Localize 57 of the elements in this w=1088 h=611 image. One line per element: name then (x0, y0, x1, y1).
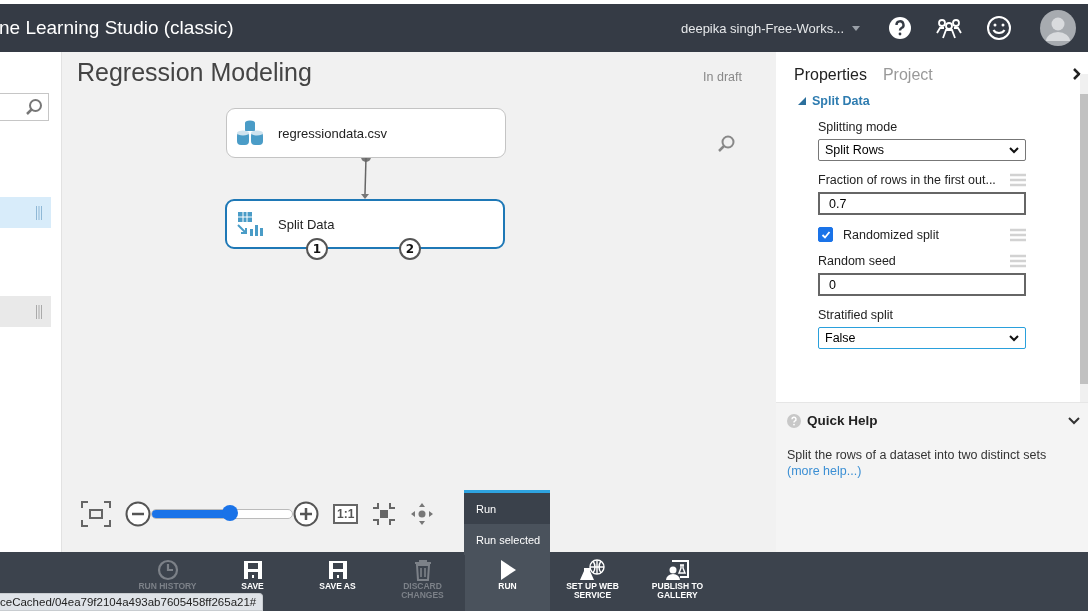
search-icon (25, 98, 43, 116)
quick-help-title: Quick Help (807, 413, 878, 428)
field-label: Random seed (818, 254, 896, 268)
input-field[interactable]: 0 (818, 273, 1026, 296)
people-icon[interactable] (936, 16, 962, 40)
draft-status: In draft (703, 70, 742, 84)
field-label: Fraction of rows in the first out... (818, 173, 996, 187)
fit-screen-icon[interactable] (81, 501, 111, 527)
split-data-icon (236, 211, 264, 237)
flask-globe-icon (579, 559, 606, 581)
section-title[interactable]: Split Data (812, 94, 870, 108)
chevron-down-icon (1009, 334, 1019, 342)
help-icon (787, 413, 801, 428)
avatar-icon[interactable] (1040, 10, 1076, 46)
panel-tab[interactable]: Properties (794, 64, 867, 86)
field-label: Stratified split (818, 308, 894, 322)
chevron-down-icon[interactable] (1068, 416, 1080, 425)
expanded-triangle-icon (798, 97, 806, 105)
scrollbar[interactable] (1080, 74, 1088, 402)
zoom-in-icon[interactable] (293, 501, 319, 527)
field-label: Randomized split (843, 227, 939, 242)
help-text: Split the rows of a dataset into two distinct sets (787, 448, 1047, 462)
input-field[interactable]: 0.7 (818, 192, 1026, 215)
zoom-out-icon[interactable] (125, 501, 151, 527)
help-icon[interactable] (888, 16, 912, 40)
field-label: Splitting mode (818, 120, 898, 134)
gallery-icon (665, 559, 690, 581)
checkbox[interactable] (818, 227, 833, 242)
check-icon (820, 229, 831, 240)
caret-icon (852, 25, 860, 31)
database-icon (236, 119, 264, 147)
output-port[interactable]: 2 (399, 238, 421, 260)
node-label: Split Data (278, 216, 335, 232)
node-label: regressiondata.csv (278, 125, 388, 141)
url-tooltip: ceCached/04ea79f2104a493ab7605458ff265a21# (0, 593, 264, 611)
toolbar-button[interactable]: PUBLISH TO GALLERY (635, 552, 720, 611)
menu-item[interactable]: Run selected (464, 524, 550, 555)
fit-selection-icon[interactable] (372, 502, 397, 526)
search-icon[interactable] (716, 134, 736, 154)
dropdown[interactable]: Split Rows (818, 139, 1026, 161)
toolbar-button[interactable]: SAVE AS (295, 552, 380, 611)
toolbar-button[interactable]: SET UP WEB SERVICE (550, 552, 635, 611)
module-node[interactable]: regressiondata.csv (226, 108, 506, 158)
clock-icon (156, 559, 179, 581)
actual-size-button[interactable]: 1:1 (333, 504, 359, 524)
pan-icon[interactable] (410, 502, 435, 526)
account-menu[interactable]: deepika singh-Free-Works... (680, 20, 860, 36)
app-title: ne Learning Studio (classic) (0, 17, 234, 39)
grip-icon (36, 304, 42, 319)
dropdown[interactable]: False (818, 327, 1026, 349)
search-field[interactable] (0, 93, 49, 121)
experiment-title: Regression Modeling (77, 58, 312, 87)
grip-icon (36, 205, 42, 220)
smiley-icon[interactable] (986, 15, 1012, 41)
toolbar-button[interactable]: RUN (465, 552, 550, 611)
chevron-down-icon (1009, 146, 1019, 154)
output-port[interactable]: 1 (306, 238, 328, 260)
